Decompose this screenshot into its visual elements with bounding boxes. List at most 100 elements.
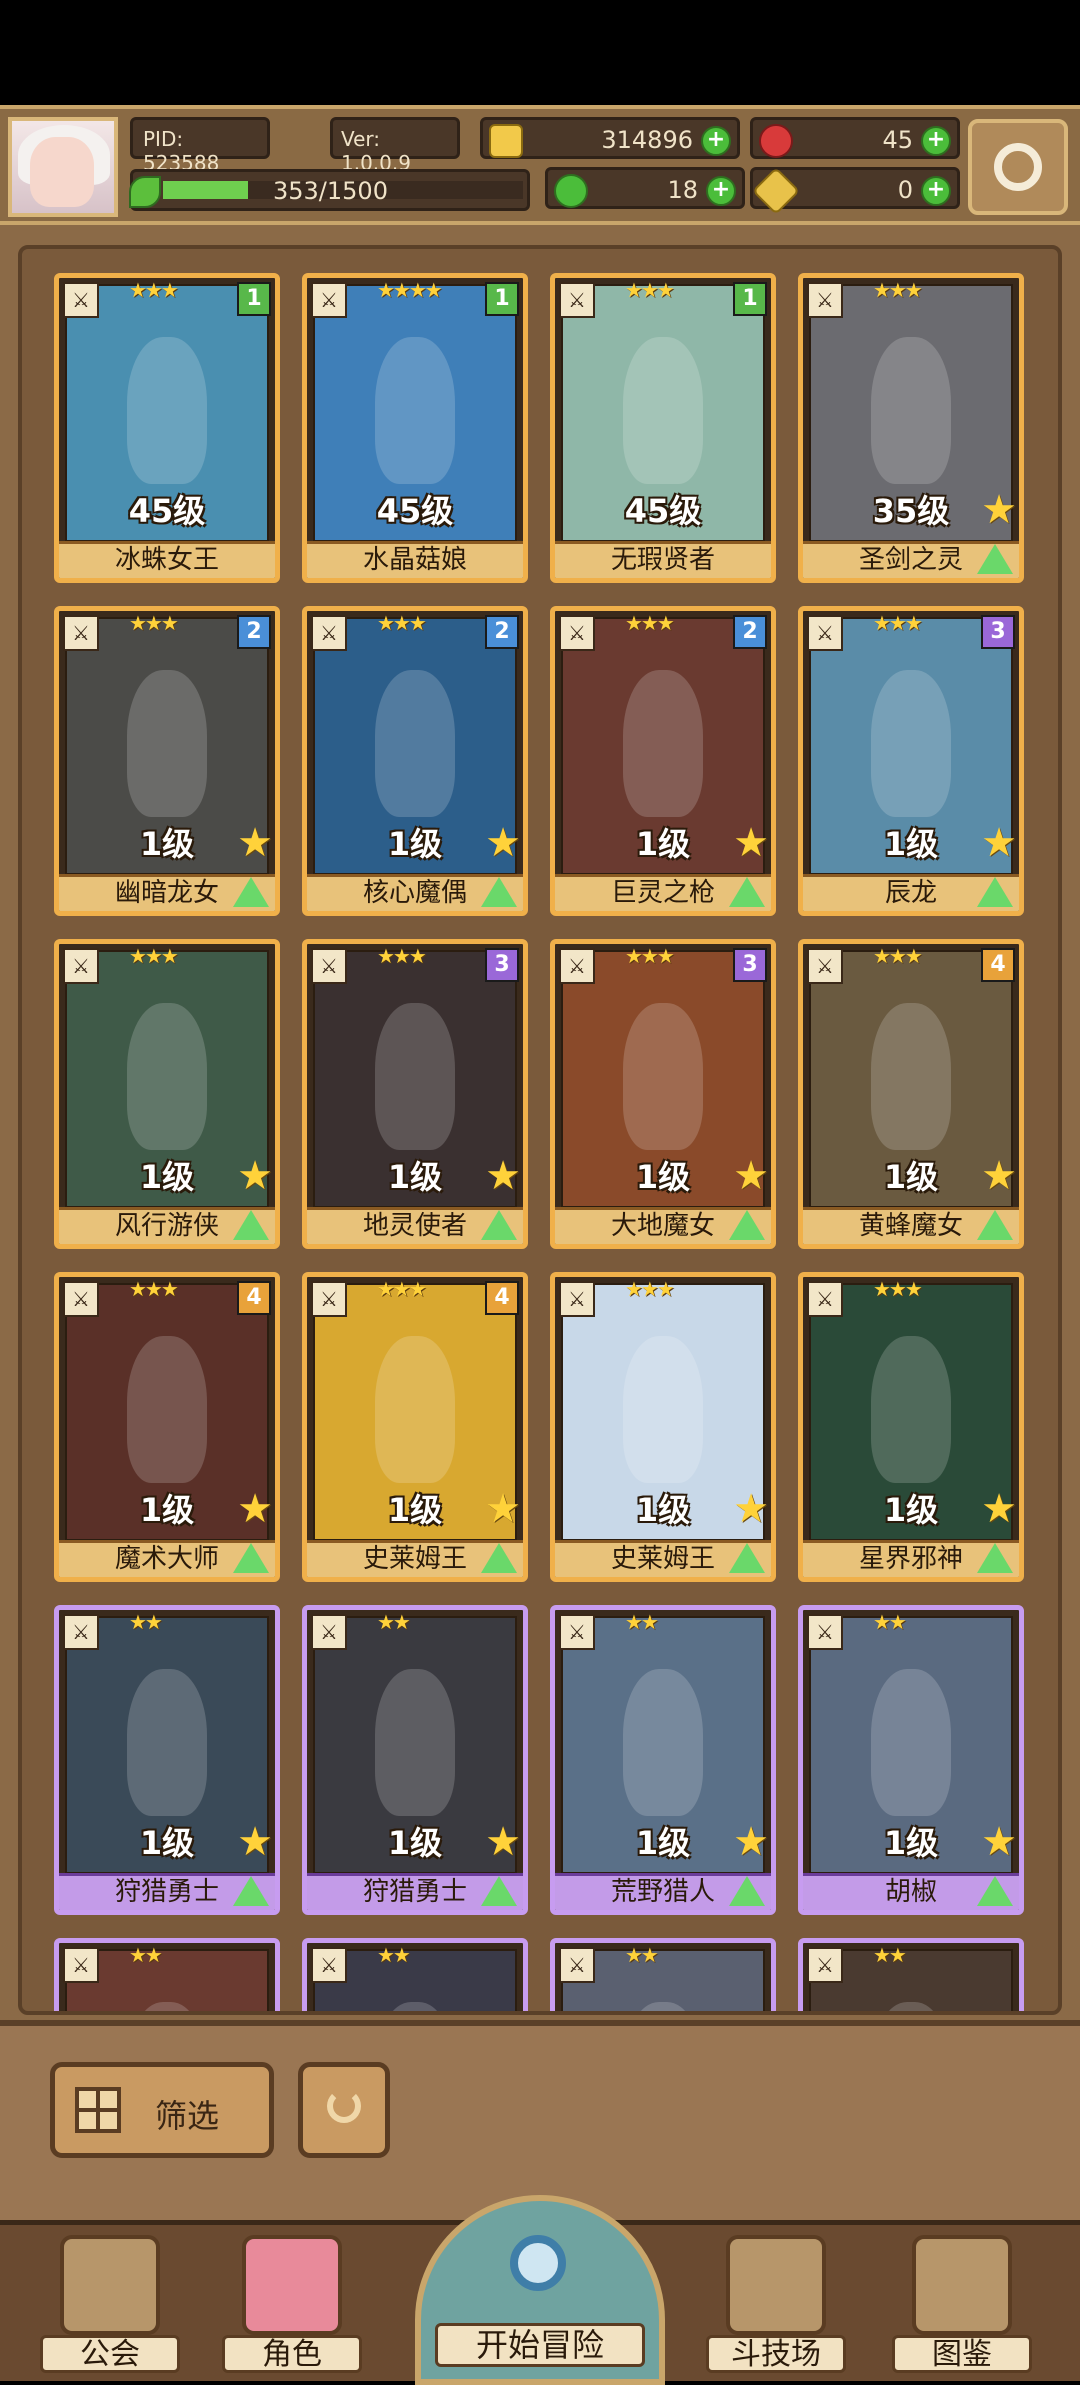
character-card[interactable]: ⚔ ★★★ 2 1级 幽暗龙女 ★ xyxy=(54,606,280,916)
nav-codex[interactable]: 图鉴 xyxy=(892,2235,1032,2375)
character-figure xyxy=(871,1335,951,1484)
character-figure xyxy=(623,336,703,485)
character-card[interactable]: ⚔ ★★★ 3 1级 地灵使者 ★ xyxy=(302,939,528,1249)
character-card[interactable]: ⚔ ★★★ 1 45级 冰蛛女王 xyxy=(54,273,280,583)
avatar-face xyxy=(30,137,94,207)
class-icon: ⚔ xyxy=(311,948,347,984)
class-icon: ⚔ xyxy=(311,1614,347,1650)
character-card[interactable]: ⚔ ★★★ 1级 风行游侠 ★ xyxy=(54,939,280,1249)
character-card[interactable]: ⚔ ★★ 1级 荒野猎人 ★ xyxy=(550,1605,776,1915)
rarity-stars: ★★ xyxy=(625,1943,659,1967)
character-level: 45级 xyxy=(128,492,206,530)
rarity-stars: ★★★ xyxy=(873,1277,923,1301)
level-up-arrow-icon xyxy=(481,1210,517,1240)
player-avatar[interactable] xyxy=(8,117,118,217)
character-card[interactable]: ⚔ ★★★ 35级 圣剑之灵 ★ xyxy=(798,273,1024,583)
character-card[interactable]: ⚔ ★★★ 2 1级 巨灵之枪 ★ xyxy=(550,606,776,916)
clover-counter: 18 + xyxy=(545,167,745,209)
character-card[interactable]: ⚔ ★★ xyxy=(550,1938,776,2011)
nav-characters-label: 角色 xyxy=(222,2335,362,2373)
key-counter: 0 + xyxy=(750,166,960,216)
level-up-arrow-icon xyxy=(233,877,269,907)
character-card[interactable]: ⚔ ★★★ 2 1级 核心魔偶 ★ xyxy=(302,606,528,916)
character-card[interactable]: ⚔ ★★★ 4 1级 魔术大师 ★ xyxy=(54,1272,280,1582)
character-card[interactable]: ⚔ ★★ 1级 狩猎勇士 ★ xyxy=(54,1605,280,1915)
rarity-stars: ★★ xyxy=(377,1610,411,1634)
add-gems-button[interactable]: + xyxy=(921,126,951,156)
character-card[interactable]: ⚔ ★★★ 1级 星界邪神 ★ xyxy=(798,1272,1024,1582)
class-icon: ⚔ xyxy=(559,615,595,651)
star-upgrade-icon: ★ xyxy=(237,1153,273,1199)
status-bar-area xyxy=(0,0,1080,105)
character-name: 冰蛛女王 xyxy=(59,541,275,578)
character-card[interactable]: ⚔ ★★ xyxy=(798,1938,1024,2011)
class-icon: ⚔ xyxy=(559,1947,595,1983)
clover-icon xyxy=(554,174,588,208)
leaf-icon xyxy=(129,176,161,208)
star-upgrade-icon: ★ xyxy=(237,1819,273,1865)
ruby-icon xyxy=(759,124,793,158)
character-figure xyxy=(871,336,951,485)
rarity-stars: ★★ xyxy=(129,1610,163,1634)
level-up-arrow-icon xyxy=(977,1210,1013,1240)
rarity-stars: ★★ xyxy=(129,1943,163,1967)
filter-button[interactable]: 筛选 xyxy=(50,2062,274,2158)
level-up-arrow-icon xyxy=(481,877,517,907)
character-card[interactable]: ⚔ ★★ 1级 胡椒 ★ xyxy=(798,1605,1024,1915)
character-card[interactable]: ⚔ ★★ xyxy=(54,1938,280,2011)
rarity-stars: ★★★ xyxy=(873,944,923,968)
nav-arena-label: 斗技场 xyxy=(706,2335,846,2373)
class-icon: ⚔ xyxy=(311,282,347,318)
character-figure xyxy=(623,669,703,818)
star-upgrade-icon: ★ xyxy=(485,820,521,866)
class-icon: ⚔ xyxy=(807,1947,843,1983)
character-figure xyxy=(127,336,207,485)
rarity-stars: ★★ xyxy=(873,1943,907,1967)
character-figure xyxy=(871,2001,951,2011)
tier-badge: 1 xyxy=(237,282,271,316)
class-icon: ⚔ xyxy=(311,615,347,651)
tier-badge: 4 xyxy=(981,948,1015,982)
nav-start-adventure[interactable]: 开始冒险 xyxy=(415,2195,665,2385)
add-keys-button[interactable]: + xyxy=(921,176,951,206)
class-icon: ⚔ xyxy=(807,948,843,984)
star-upgrade-icon: ★ xyxy=(733,1153,769,1199)
nav-start-label: 开始冒险 xyxy=(435,2323,645,2367)
crossed-swords-icon xyxy=(726,2235,826,2335)
character-card[interactable]: ⚔ ★★★ 1级 史莱姆王 ★ xyxy=(550,1272,776,1582)
rarity-stars: ★★★ xyxy=(129,1277,179,1301)
class-icon: ⚔ xyxy=(559,948,595,984)
character-card[interactable]: ⚔ ★★★ 3 1级 大地魔女 ★ xyxy=(550,939,776,1249)
character-figure xyxy=(127,2001,207,2011)
nav-guild[interactable]: 公会 xyxy=(40,2235,180,2375)
character-figure xyxy=(375,1335,455,1484)
class-icon: ⚔ xyxy=(63,1947,99,1983)
tier-badge: 3 xyxy=(485,948,519,982)
guild-house-icon xyxy=(60,2235,160,2335)
nav-arena[interactable]: 斗技场 xyxy=(706,2235,846,2375)
character-card[interactable]: ⚔ ★★ 1级 狩猎勇士 ★ xyxy=(302,1605,528,1915)
add-gold-button[interactable]: + xyxy=(701,126,731,156)
character-card[interactable]: ⚔ ★★★ 1 45级 无瑕贤者 xyxy=(550,273,776,583)
character-card[interactable]: ⚔ ★★★ 4 1级 史莱姆王 ★ xyxy=(302,1272,528,1582)
character-card[interactable]: ⚔ ★★★★ 1 45级 水晶菇娘 xyxy=(302,273,528,583)
grid-icon xyxy=(75,2087,121,2133)
level-up-arrow-icon xyxy=(977,544,1013,574)
star-upgrade-icon: ★ xyxy=(237,820,273,866)
character-figure xyxy=(127,1002,207,1151)
rarity-stars: ★★★ xyxy=(625,611,675,635)
rarity-stars: ★★★ xyxy=(377,1277,427,1301)
nav-codex-label: 图鉴 xyxy=(892,2335,1032,2373)
character-card[interactable]: ⚔ ★★★ 4 1级 黄蜂魔女 ★ xyxy=(798,939,1024,1249)
add-clover-button[interactable]: + xyxy=(706,176,736,206)
character-figure xyxy=(623,1002,703,1151)
character-card[interactable]: ⚔ ★★★ 3 1级 辰龙 ★ xyxy=(798,606,1024,916)
gold-coin-icon xyxy=(489,124,523,158)
settings-button[interactable] xyxy=(968,119,1068,215)
character-figure xyxy=(127,1335,207,1484)
refresh-button[interactable] xyxy=(298,2062,390,2158)
bottom-nav: 公会 角色 开始冒险 斗技场 图鉴 xyxy=(0,2195,1080,2385)
nav-characters[interactable]: 角色 xyxy=(222,2235,362,2375)
character-card[interactable]: ⚔ ★★ xyxy=(302,1938,528,2011)
gold-counter: 314896 + xyxy=(480,117,740,159)
